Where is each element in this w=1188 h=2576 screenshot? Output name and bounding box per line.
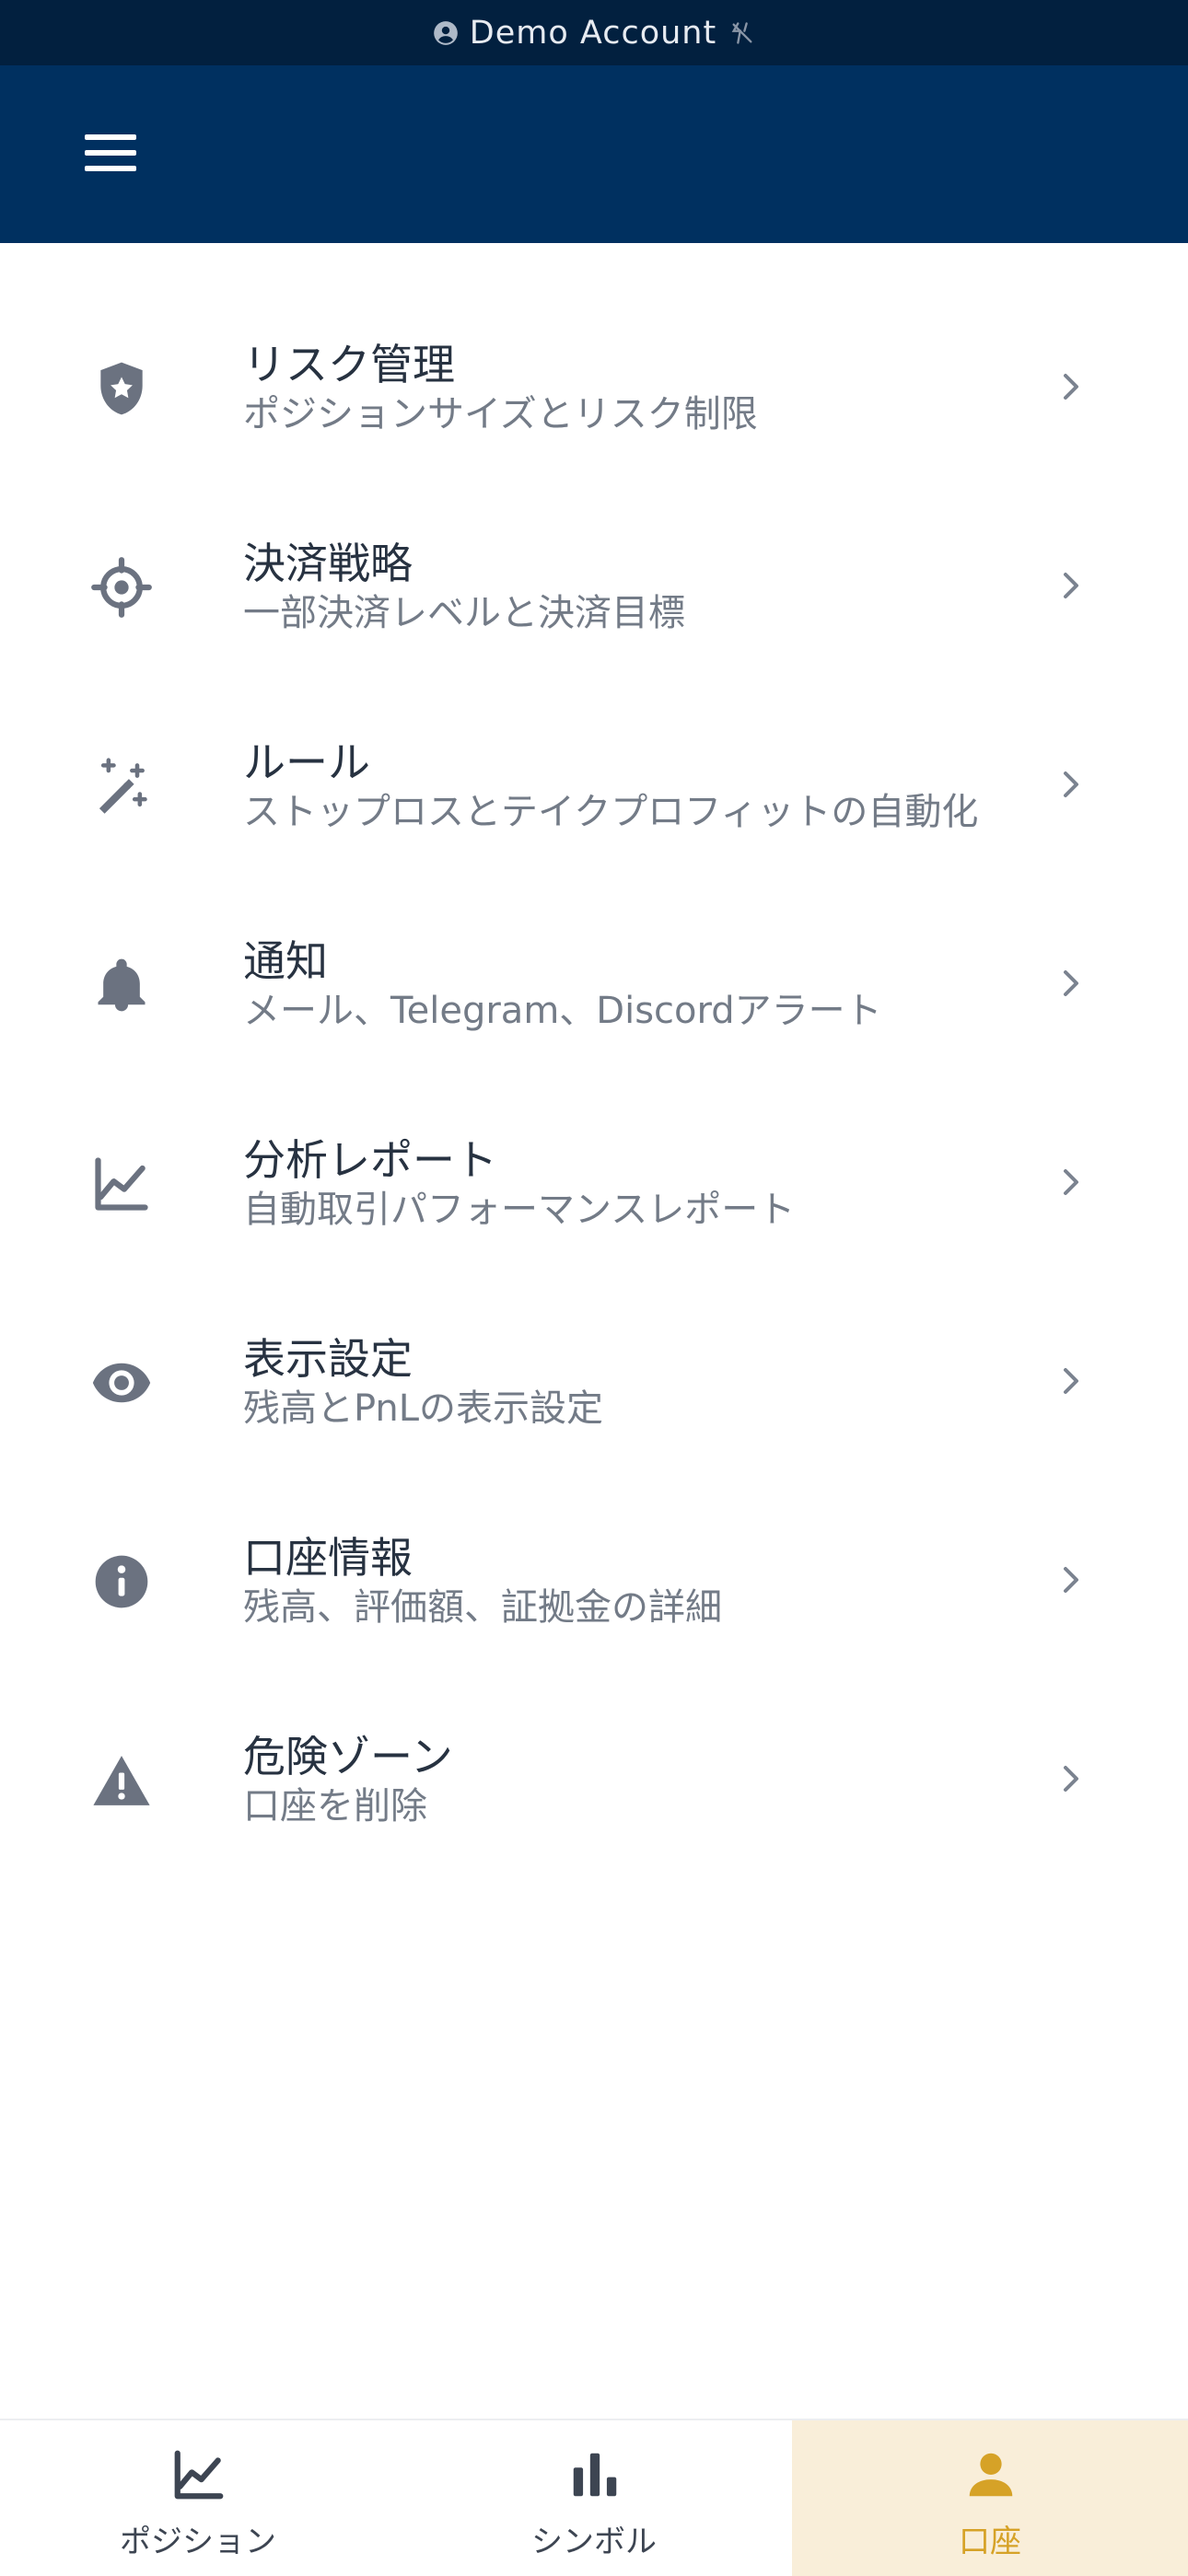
- chevron-right-icon: [1057, 1363, 1085, 1398]
- settings-item-exit-strategy[interactable]: 決済戦略 一部決済レベルと決済目標: [0, 486, 1188, 685]
- menu-button[interactable]: [64, 111, 157, 194]
- settings-item-subtitle: 残高、評価額、証拠金の詳細: [243, 1586, 722, 1629]
- settings-item-subtitle: メール、Telegram、Discordアラート: [243, 990, 882, 1032]
- info-icon: [90, 1550, 153, 1613]
- bell-icon: [90, 954, 153, 1016]
- chevron-right-icon: [1057, 1165, 1085, 1200]
- warning-icon: [90, 1749, 153, 1812]
- settings-item-title: リスク管理: [243, 340, 455, 389]
- settings-item-title: 口座情報: [243, 1533, 413, 1583]
- settings-item-risk[interactable]: リスク管理 ポジションサイズとリスク制限: [0, 287, 1188, 486]
- hamburger-menu-icon: [85, 134, 136, 171]
- account-mode-label: Demo Account: [469, 14, 717, 52]
- settings-item-title: 危険ゾーン: [243, 1732, 453, 1781]
- shield-star-icon: [90, 357, 153, 420]
- tab-positions[interactable]: ポジション: [0, 2420, 396, 2576]
- settings-item-title: ルール: [243, 737, 370, 787]
- settings-item-subtitle: 自動取引パフォーマンスレポート: [243, 1189, 796, 1231]
- line-chart-icon: [170, 2446, 227, 2503]
- line-chart-icon: [90, 1153, 153, 1215]
- settings-item-subtitle: 残高とPnLの表示設定: [243, 1387, 604, 1430]
- chevron-right-icon: [1057, 966, 1085, 1001]
- settings-item-subtitle: 口座を削除: [243, 1785, 427, 1828]
- bar-chart-icon: [566, 2446, 623, 2503]
- tab-account[interactable]: 口座: [792, 2420, 1188, 2576]
- tab-label: ポジション: [120, 2524, 276, 2560]
- settings-item-notifications[interactable]: 通知 メール、Telegram、Discordアラート: [0, 884, 1188, 1083]
- settings-item-title: 通知: [243, 936, 328, 986]
- settings-item-subtitle: ポジションサイズとリスク制限: [243, 393, 758, 435]
- settings-item-analytics[interactable]: 分析レポート 自動取引パフォーマンスレポート: [0, 1083, 1188, 1282]
- tab-symbols[interactable]: シンボル: [396, 2420, 792, 2576]
- settings-item-subtitle: 一部決済レベルと決済目標: [243, 592, 685, 634]
- settings-item-subtitle: ストップロスとテイクプロフィットの自動化: [243, 791, 979, 833]
- eye-icon: [90, 1352, 153, 1414]
- settings-item-account-info[interactable]: 口座情報 残高、評価額、証拠金の詳細: [0, 1480, 1188, 1679]
- settings-item-display[interactable]: 表示設定 残高とPnLの表示設定: [0, 1282, 1188, 1480]
- settings-item-rules[interactable]: ルール ストップロスとテイクプロフィットの自動化: [0, 685, 1188, 884]
- tab-label: 口座: [959, 2524, 1021, 2560]
- magic-wand-icon: [90, 755, 153, 818]
- tab-label: シンボル: [531, 2524, 657, 2560]
- chevron-right-icon: [1057, 369, 1085, 404]
- chevron-right-icon: [1057, 1562, 1085, 1597]
- sync-disabled-icon: [729, 20, 755, 46]
- crosshair-icon: [90, 556, 153, 619]
- chevron-right-icon: [1057, 568, 1085, 603]
- status-bar: Demo Account: [0, 0, 1188, 65]
- settings-item-title: 分析レポート: [243, 1135, 497, 1185]
- settings-item-danger-zone[interactable]: 危険ゾーン 口座を削除: [0, 1679, 1188, 1878]
- chevron-right-icon: [1057, 767, 1085, 802]
- account-circle-icon: [433, 20, 459, 46]
- app-header: [0, 65, 1188, 243]
- chevron-right-icon: [1057, 1761, 1085, 1796]
- settings-item-title: 決済戦略: [243, 539, 413, 588]
- bottom-navigation: ポジション シンボル 口座: [0, 2419, 1188, 2576]
- settings-item-title: 表示設定: [243, 1334, 413, 1384]
- person-icon: [962, 2446, 1019, 2503]
